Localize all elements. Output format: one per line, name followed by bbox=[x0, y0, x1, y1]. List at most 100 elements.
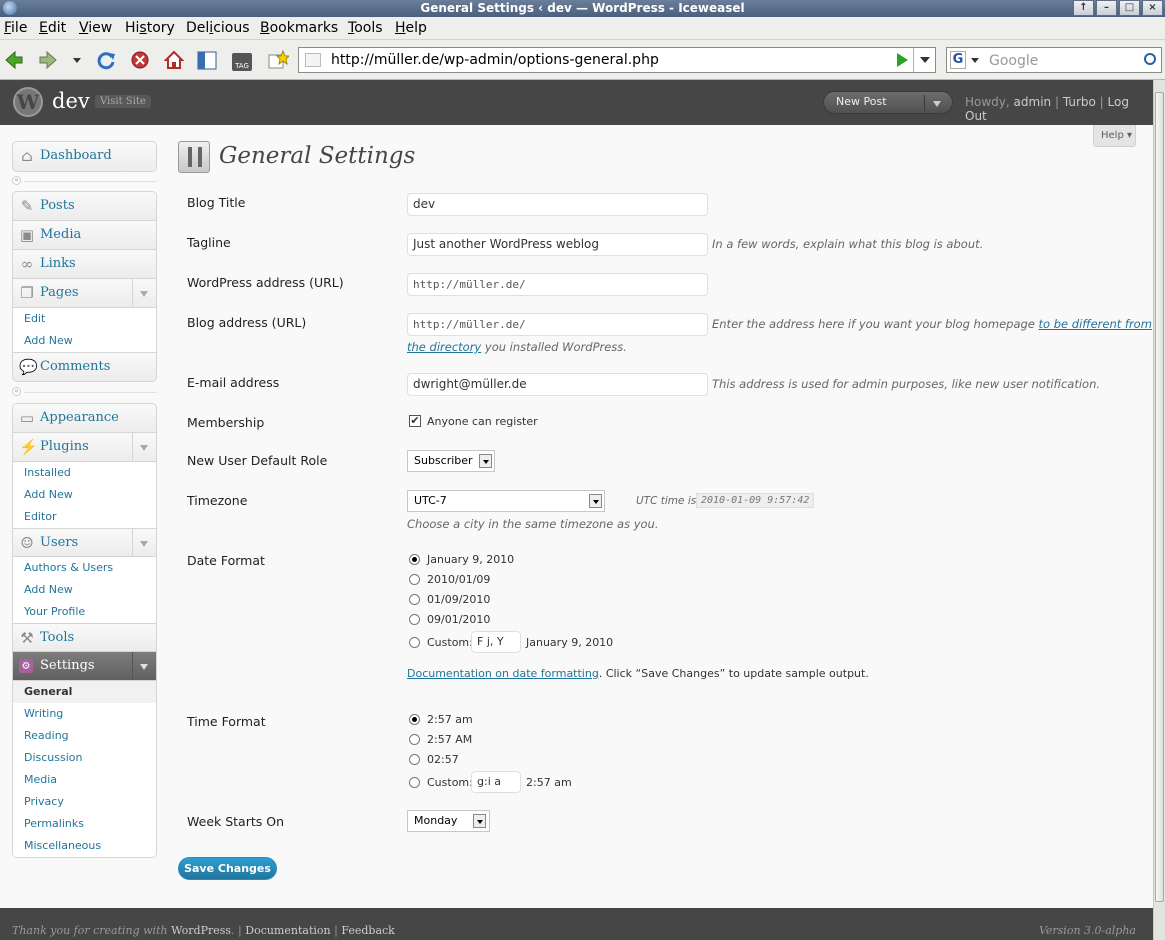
sidebar-subitem-add-new-page[interactable]: Add New bbox=[13, 330, 156, 352]
sidebar-subitem-writing[interactable]: Writing bbox=[13, 703, 156, 725]
anyone-can-register-checkbox[interactable]: ✔ bbox=[409, 415, 421, 427]
time-format-radio-1[interactable] bbox=[409, 714, 420, 725]
save-changes-button[interactable]: Save Changes bbox=[178, 857, 277, 880]
date-custom-input[interactable]: F j, Y bbox=[471, 631, 521, 653]
turbo-link[interactable]: Turbo bbox=[1063, 95, 1096, 109]
url-history-dropdown-icon[interactable] bbox=[913, 48, 935, 72]
help-tab[interactable]: Help ▾ bbox=[1093, 125, 1136, 147]
footer-feedback-link[interactable]: Feedback bbox=[341, 924, 395, 937]
go-arrow-icon[interactable] bbox=[897, 53, 908, 67]
week-starts-select[interactable]: Monday bbox=[407, 810, 490, 832]
reload-icon[interactable] bbox=[95, 49, 117, 71]
plugins-toggle-icon[interactable] bbox=[132, 433, 156, 461]
timezone-select[interactable]: UTC-7 bbox=[407, 490, 605, 512]
tagline-input[interactable]: Just another WordPress weblog bbox=[407, 233, 708, 256]
sidebar-subitem-miscellaneous[interactable]: Miscellaneous bbox=[13, 835, 156, 857]
sidebar-item-appearance[interactable]: ▭ Appearance bbox=[13, 404, 156, 433]
collapse-arrow-icon[interactable]: « bbox=[12, 387, 21, 396]
menu-history[interactable]: History bbox=[125, 20, 175, 36]
sidebar-subitem-add-new-plugin[interactable]: Add New bbox=[13, 484, 156, 506]
date-format-radio-2[interactable] bbox=[409, 574, 420, 585]
pages-toggle-icon[interactable] bbox=[132, 279, 156, 307]
window-minimize-icon[interactable]: – bbox=[1096, 0, 1117, 16]
date-format-radio-custom[interactable] bbox=[409, 637, 420, 648]
menu-file[interactable]: File bbox=[4, 20, 27, 36]
visit-site-button[interactable]: Visit Site bbox=[95, 95, 151, 108]
sidebar-item-posts[interactable]: ✎ Posts bbox=[13, 192, 156, 221]
sidebar-item-media[interactable]: ▣ Media bbox=[13, 221, 156, 250]
sidebar-subitem-general[interactable]: General bbox=[13, 681, 156, 703]
scrollbar-thumb[interactable] bbox=[1155, 92, 1164, 902]
settings-toggle-icon[interactable] bbox=[132, 652, 156, 680]
sidebar-subitem-authors-users[interactable]: Authors & Users bbox=[13, 557, 156, 579]
sidebar-item-dashboard[interactable]: ⌂ Dashboard bbox=[13, 142, 156, 171]
favorite-actions-dropdown-icon[interactable] bbox=[933, 101, 941, 107]
window-up-icon[interactable]: ↑ bbox=[1073, 0, 1094, 16]
menu-collapse-separator[interactable]: « bbox=[12, 387, 157, 399]
google-engine-icon[interactable]: G bbox=[950, 51, 966, 69]
sidebar-subitem-permalinks[interactable]: Permalinks bbox=[13, 813, 156, 835]
window-close-icon[interactable]: × bbox=[1142, 0, 1163, 16]
menu-collapse-separator[interactable]: « bbox=[12, 176, 157, 188]
vertical-scrollbar[interactable] bbox=[1153, 80, 1165, 940]
users-toggle-icon[interactable] bbox=[132, 529, 156, 557]
time-format-label: Time Format bbox=[187, 714, 266, 729]
time-format-radio-custom[interactable] bbox=[409, 777, 420, 788]
menu-edit[interactable]: Edit bbox=[39, 20, 66, 36]
default-role-select[interactable]: Subscriber bbox=[407, 450, 495, 472]
menu-view[interactable]: View bbox=[79, 20, 112, 36]
sidebar-item-comments[interactable]: 💬 Comments bbox=[13, 352, 156, 381]
sidebar-item-tools[interactable]: ⚒ Tools bbox=[13, 623, 156, 652]
sidebar-subitem-discussion[interactable]: Discussion bbox=[13, 747, 156, 769]
window-maximize-icon[interactable]: □ bbox=[1119, 0, 1140, 16]
time-format-radio-3[interactable] bbox=[409, 754, 420, 765]
blog-address-input[interactable]: http://müller.de/ bbox=[407, 313, 708, 336]
back-icon[interactable] bbox=[3, 49, 25, 71]
forward-icon[interactable] bbox=[37, 49, 59, 71]
new-post-button[interactable]: New Post bbox=[823, 91, 953, 114]
menu-delicious[interactable]: Delicious bbox=[186, 20, 250, 36]
sidebar-subitem-your-profile[interactable]: Your Profile bbox=[13, 601, 156, 623]
sidebar-subitem-media-settings[interactable]: Media bbox=[13, 769, 156, 791]
sidebar-subitem-privacy[interactable]: Privacy bbox=[13, 791, 156, 813]
menu-bookmarks[interactable]: Bookmarks bbox=[260, 20, 338, 36]
url-bar[interactable]: http://müller.de/wp-admin/options-genera… bbox=[298, 47, 936, 73]
bookmarks-sidebar-icon[interactable] bbox=[196, 49, 218, 71]
search-bar[interactable]: G Google bbox=[946, 47, 1162, 73]
date-formatting-doc-link[interactable]: Documentation on date formatting bbox=[407, 667, 599, 680]
blog-title-input[interactable]: dev bbox=[407, 193, 708, 216]
sidebar-subitem-reading[interactable]: Reading bbox=[13, 725, 156, 747]
search-engine-dropdown-icon[interactable] bbox=[971, 58, 979, 63]
directory-link-part2[interactable]: the directory bbox=[407, 340, 481, 354]
sidebar-subitem-add-new-user[interactable]: Add New bbox=[13, 579, 156, 601]
forward-history-dropdown-icon[interactable] bbox=[68, 49, 90, 71]
timezone-value: UTC-7 bbox=[414, 494, 447, 507]
sidebar-item-pages[interactable]: ❐ Pages bbox=[13, 279, 156, 308]
user-profile-link[interactable]: admin bbox=[1014, 95, 1052, 109]
footer-wordpress-link[interactable]: WordPress bbox=[171, 924, 231, 937]
home-icon[interactable] bbox=[163, 49, 185, 71]
sidebar-subitem-edit-pages[interactable]: Edit bbox=[13, 308, 156, 330]
date-format-radio-3[interactable] bbox=[409, 594, 420, 605]
wp-address-input[interactable]: http://müller.de/ bbox=[407, 273, 708, 296]
email-input[interactable]: dwright@müller.de bbox=[407, 373, 708, 396]
collapse-arrow-icon[interactable]: « bbox=[12, 176, 21, 185]
sidebar-item-users[interactable]: ☺ Users bbox=[13, 528, 156, 557]
sidebar-subitem-installed[interactable]: Installed bbox=[13, 462, 156, 484]
tag-icon[interactable]: TAG bbox=[230, 49, 254, 73]
sidebar-item-settings[interactable]: ⚙ Settings bbox=[13, 652, 156, 681]
menu-help[interactable]: Help bbox=[395, 20, 427, 36]
stop-icon[interactable] bbox=[129, 49, 151, 71]
time-format-radio-2[interactable] bbox=[409, 734, 420, 745]
sidebar-item-links[interactable]: ∞ Links bbox=[13, 250, 156, 279]
search-icon[interactable] bbox=[1144, 53, 1156, 65]
bookmark-star-icon[interactable] bbox=[267, 49, 289, 71]
date-format-radio-1[interactable] bbox=[409, 554, 420, 565]
footer-documentation-link[interactable]: Documentation bbox=[245, 924, 330, 937]
menu-tools[interactable]: Tools bbox=[348, 20, 383, 36]
time-custom-input[interactable]: g:i a bbox=[471, 771, 521, 793]
date-format-radio-4[interactable] bbox=[409, 614, 420, 625]
sidebar-subitem-editor[interactable]: Editor bbox=[13, 506, 156, 528]
directory-link-part1[interactable]: to be different from bbox=[1039, 317, 1152, 331]
sidebar-item-plugins[interactable]: ⚡ Plugins bbox=[13, 433, 156, 462]
